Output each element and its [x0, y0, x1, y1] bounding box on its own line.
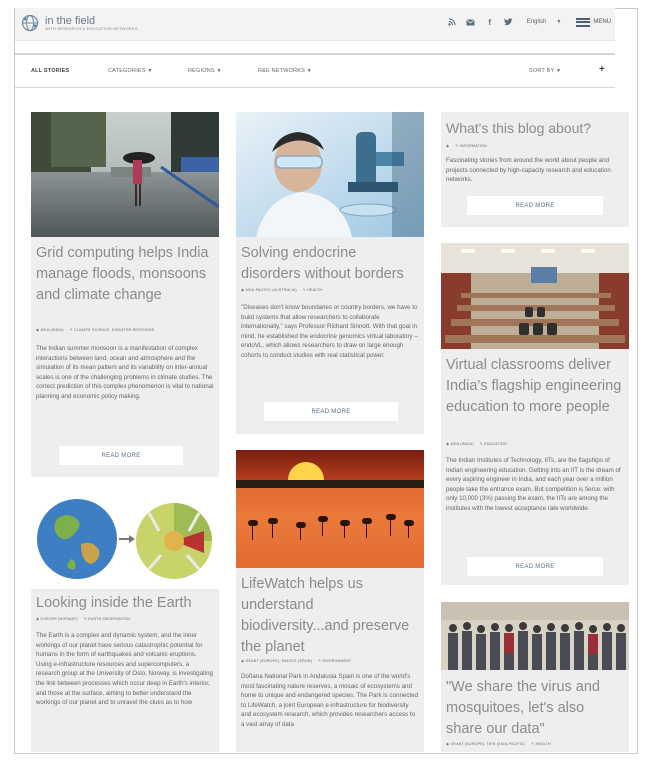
sort-by-label: SORT BY [529, 68, 555, 74]
chevron-down-icon: ▼ [555, 68, 562, 74]
story-excerpt: The Indian summer monsoon is a manifesta… [36, 345, 214, 400]
category-tag-label: CLIMATE SCIENCE, DISASTER RESPONSE [74, 328, 155, 332]
region-tag[interactable]: ◉ ASIA (INDIA) [36, 328, 64, 332]
story-tags: ◉ GEANT (EUROPE), RADIOS (SPAIN) ✎ ENVIR… [241, 659, 351, 663]
story-excerpt: "Diseases don't know boundaries or count… [241, 304, 418, 359]
filter-categories-label: CATEGORIES [108, 68, 146, 74]
read-more-button[interactable]: READ MORE [59, 446, 183, 465]
flood-street-image [31, 112, 219, 237]
story-excerpt: The Earth is a complex and dynamic syste… [36, 632, 213, 707]
category-tag-label: EARTH OBSERVATION [88, 617, 131, 621]
region-tag[interactable]: ◉ GEANT (EUROPE), RADIOS (SPAIN) [241, 659, 312, 663]
story-card-virus-mosquitoes[interactable]: "We share the virus and mosquitoes, let'… [441, 602, 629, 752]
category-tag[interactable]: ✎ INFORMATION [455, 144, 487, 148]
story-title[interactable]: LifeWatch helps us understand biodiversi… [241, 574, 419, 658]
sort-by[interactable]: SORT BY ▼ [529, 68, 561, 74]
region-tag-label: ASIA (INDIA) [450, 442, 474, 446]
logo-title: in the field [45, 14, 96, 27]
filter-regions[interactable]: REGIONS ▼ [188, 68, 222, 74]
region-tag-label: EUROPE (NORWAY) [40, 617, 78, 621]
story-title[interactable]: Virtual classrooms deliver India's flags… [446, 355, 624, 418]
story-card-inside-earth[interactable]: Looking inside the Earth ◉ EUROPE (NORWA… [31, 489, 219, 752]
region-tag-label: ASIA-PACIFIC (AUSTRALIA) [245, 288, 297, 292]
category-tag[interactable]: ✎ HEALTH [531, 742, 551, 746]
region-tag[interactable]: ◉ [446, 144, 449, 148]
group-photo-image [441, 602, 629, 670]
chevron-down-icon: ▼ [147, 68, 153, 74]
category-tag-label: ENVIRONMENT [322, 659, 352, 663]
story-title[interactable]: Grid computing helps India manage floods… [36, 243, 214, 306]
menu-label: MENU [593, 19, 611, 25]
story-title[interactable]: Solving endocrine disorders without bord… [241, 243, 419, 285]
flamingos-sunset-image [236, 450, 424, 568]
story-title[interactable]: Looking inside the Earth [36, 593, 214, 614]
language-select[interactable]: English ▼ [527, 19, 562, 25]
category-tag[interactable]: ✎ ENVIRONMENT [318, 659, 351, 663]
filter-bar: ALL STORIES CATEGORIES ▼ REGIONS ▼ R&E N… [15, 58, 615, 86]
story-tags: ◉ ASIA-PACIFIC (AUSTRALIA) ✎ HEALTH [241, 288, 322, 292]
about-blog-card: What's this blog about? ◉ ✎ INFORMATION … [441, 112, 629, 227]
story-card-endocrine[interactable]: Solving endocrine disorders without bord… [236, 112, 424, 434]
site-logo[interactable]: in the field WITH RESEARCH & EDUCATION N… [21, 14, 138, 32]
classroom-image [441, 243, 629, 349]
region-tag[interactable]: ◉ ASIA (INDIA) [446, 442, 474, 446]
region-tag-label: GEANT (EUROPE), TEIN (ASIA-PACIFIC) [450, 742, 526, 746]
logo-subtitle: WITH RESEARCH & EDUCATION NETWORKS [45, 25, 138, 31]
menu-button[interactable]: MENU [576, 17, 611, 27]
story-tags: ◉ ASIA (INDIA) ✎ EDUCATION [446, 442, 507, 446]
story-card-grid-computing[interactable]: Grid computing helps India manage floods… [31, 112, 219, 477]
category-tag[interactable]: ✎ EARTH OBSERVATION [84, 617, 130, 621]
hamburger-icon [576, 17, 591, 27]
story-tags: ◉ GEANT (EUROPE), TEIN (ASIA-PACIFIC) ✎ … [446, 742, 551, 746]
region-tag-label: ASIA (INDIA) [40, 328, 64, 332]
earth-globe-image [31, 489, 219, 589]
read-more-button[interactable]: READ MORE [264, 402, 398, 421]
filter-networks-label: R&E NETWORKS [258, 68, 306, 74]
read-more-button[interactable]: READ MORE [467, 557, 603, 576]
chevron-down-icon: ▼ [556, 19, 562, 25]
facebook-icon[interactable]: f [485, 17, 495, 27]
story-excerpt: The Indian Institutes of Technology, IIT… [446, 457, 621, 512]
region-tag[interactable]: ◉ ASIA-PACIFIC (AUSTRALIA) [241, 288, 297, 292]
read-more-button[interactable]: READ MORE [467, 196, 603, 215]
category-tag[interactable]: ✎ HEALTH [303, 288, 323, 292]
site-header: in the field WITH RESEARCH & EDUCATION N… [15, 8, 615, 41]
about-title: What's this blog about? [446, 120, 592, 136]
region-tag-label: GEANT (EUROPE), RADIOS (SPAIN) [245, 659, 313, 663]
divider [15, 87, 615, 88]
category-tag-label: INFORMATION [459, 144, 487, 148]
story-card-lifewatch[interactable]: LifeWatch helps us understand biodiversi… [236, 450, 424, 752]
category-tag-label: HEALTH [535, 742, 551, 746]
region-tag[interactable]: ◉ GEANT (EUROPE), TEIN (ASIA-PACIFIC) [446, 742, 525, 746]
add-button[interactable]: + [599, 64, 605, 75]
filter-networks[interactable]: R&E NETWORKS ▼ [258, 68, 312, 74]
chevron-down-icon: ▼ [306, 68, 312, 74]
category-tag[interactable]: ✎ EDUCATION [480, 442, 507, 446]
filter-all-stories[interactable]: ALL STORIES [31, 68, 69, 74]
filter-regions-label: REGIONS [188, 68, 215, 74]
story-tags: ◉ ASIA (INDIA) ✎ CLIMATE SCIENCE, DISAST… [36, 328, 154, 332]
globe-logo-icon [21, 14, 39, 32]
region-tag[interactable]: ◉ EUROPE (NORWAY) [36, 617, 78, 621]
email-icon[interactable] [466, 17, 476, 27]
about-tags: ◉ ✎ INFORMATION [446, 144, 487, 148]
chevron-down-icon: ▼ [216, 68, 222, 74]
filter-categories[interactable]: CATEGORIES ▼ [108, 68, 153, 74]
scientist-microscope-image [236, 112, 424, 237]
category-tag[interactable]: ✎ CLIMATE SCIENCE, DISASTER RESPONSE [70, 328, 154, 332]
category-tag-label: EDUCATION [484, 442, 507, 446]
divider [15, 53, 615, 55]
about-text: Fascinating stories from around the worl… [446, 157, 611, 184]
story-title[interactable]: "We share the virus and mosquitoes, let'… [446, 677, 624, 740]
story-excerpt: Doñana National Park in Andalusia Spain … [241, 673, 419, 728]
rss-icon[interactable] [447, 17, 457, 27]
category-tag-label: HEALTH [307, 288, 323, 292]
twitter-icon[interactable] [504, 17, 514, 27]
language-value: English [526, 19, 547, 25]
story-tags: ◉ EUROPE (NORWAY) ✎ EARTH OBSERVATION [36, 617, 130, 621]
story-card-virtual-classrooms[interactable]: Virtual classrooms deliver India's flags… [441, 243, 629, 585]
